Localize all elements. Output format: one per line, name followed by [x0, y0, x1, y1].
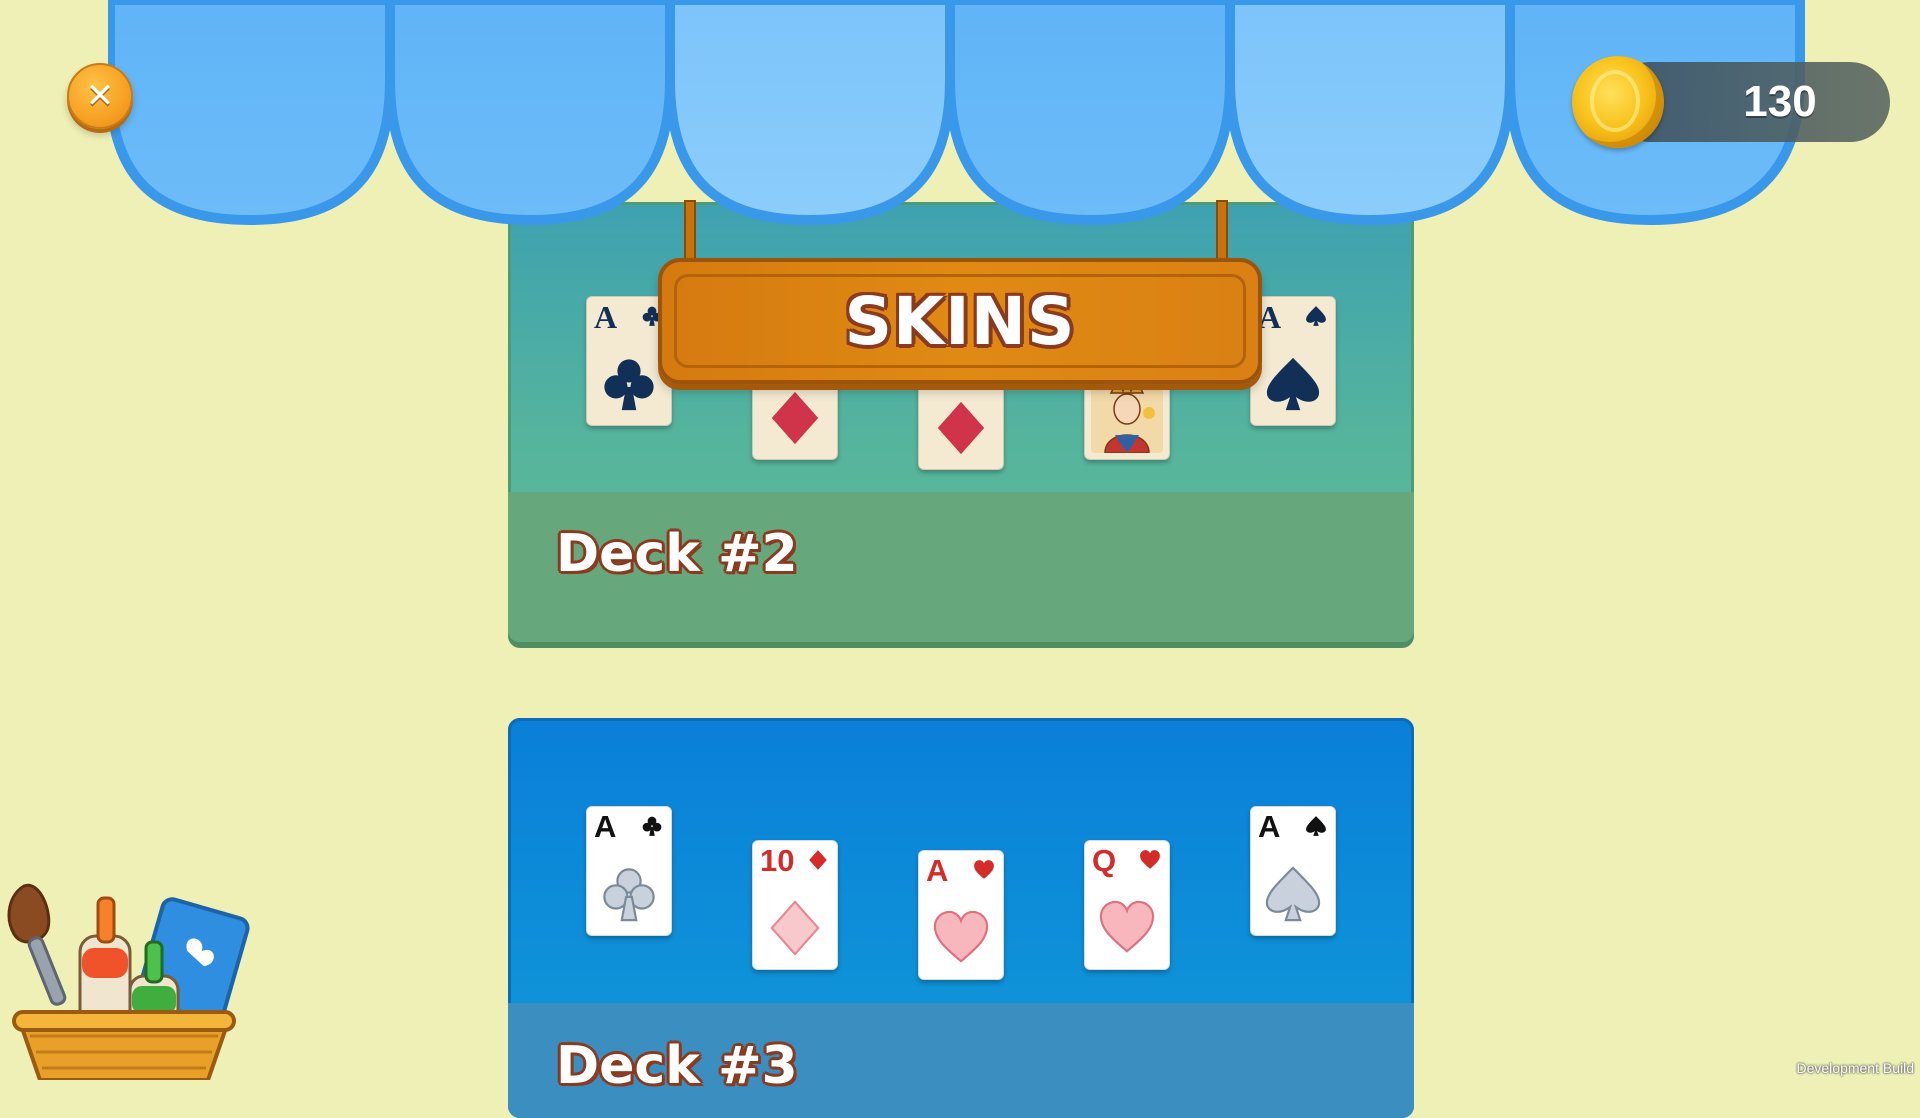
card-ace-clubs: A: [586, 806, 672, 936]
diamond-icon: [937, 401, 985, 455]
paint-bucket-button[interactable]: [0, 876, 260, 1082]
spade-icon: [1306, 306, 1326, 326]
heart-icon: [1140, 850, 1160, 869]
card-rank: A: [1258, 809, 1281, 844]
deck-name: Deck #2: [556, 524, 798, 584]
deck-panel-3[interactable]: A 10 A Q A Deck #3: [508, 718, 1414, 1118]
club-icon: [603, 868, 655, 922]
shop-awning: [108, 0, 1808, 230]
close-icon: ✕: [85, 76, 115, 116]
spade-icon: [1265, 866, 1321, 922]
close-button[interactable]: ✕: [67, 63, 133, 129]
sign-rope: [684, 200, 696, 266]
deck-name: Deck #3: [556, 1036, 798, 1096]
build-label: Development Build: [1796, 1060, 1914, 1076]
diamond-icon: [809, 850, 827, 870]
card-ace-spades: A: [1250, 296, 1336, 426]
paint-bucket-icon: [7, 883, 250, 1082]
card-ace-hearts: A: [918, 850, 1004, 980]
card-rank: A: [594, 299, 618, 335]
coin-icon: [1572, 56, 1664, 148]
card-rank: Q: [1092, 843, 1117, 878]
heart-icon: [974, 860, 994, 879]
coin-amount: 130: [1743, 77, 1817, 126]
queen-face-icon: [1091, 373, 1163, 453]
diamond-icon: [770, 900, 820, 956]
spade-icon: [1266, 357, 1320, 411]
card-ace-spades: A: [1250, 806, 1336, 936]
card-rank: 10: [760, 843, 795, 878]
skins-title-sign: SKINS: [658, 258, 1262, 384]
card-ten-diamonds: 10: [752, 840, 838, 970]
diamond-icon: [771, 391, 819, 445]
club-icon: [642, 816, 662, 836]
heart-icon: [1099, 900, 1155, 953]
card-rank: A: [594, 809, 617, 844]
spade-icon: [1306, 816, 1326, 836]
club-icon: [604, 359, 654, 411]
heart-icon: [933, 910, 989, 963]
page-title: SKINS: [844, 282, 1076, 360]
sign-rope: [1216, 200, 1228, 266]
card-queen-hearts: Q: [1084, 840, 1170, 970]
card-rank: A: [926, 853, 949, 888]
